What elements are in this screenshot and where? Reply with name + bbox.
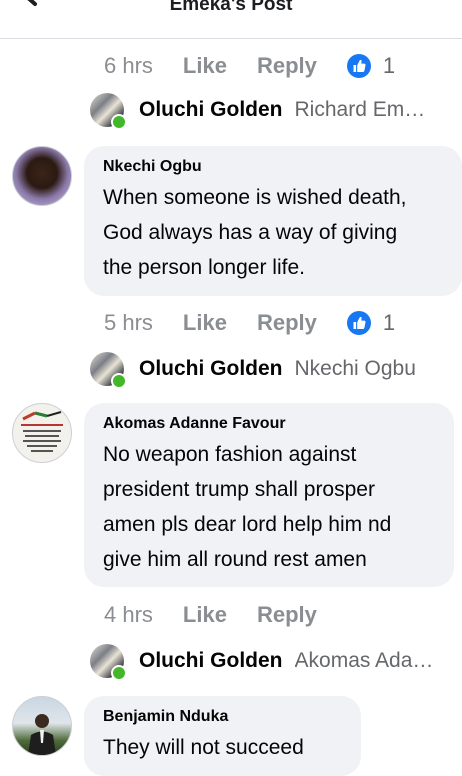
reply-preview[interactable]: Oluchi Golden Nkechi Ogbu — [90, 352, 462, 389]
avatar[interactable] — [12, 146, 72, 206]
like-button[interactable]: Like — [183, 310, 227, 336]
thumbs-up-icon — [346, 311, 371, 335]
avatar[interactable] — [12, 403, 72, 463]
like-button[interactable]: Like — [183, 53, 227, 79]
comment-time: 6 hrs — [104, 53, 153, 78]
comment-line: give him all round rest amen — [103, 548, 367, 571]
reaction-count[interactable]: 1 — [346, 310, 396, 336]
comment-line: No weapon fashion against — [103, 443, 357, 466]
thumbs-up-icon — [346, 54, 371, 78]
reply-author: Oluchi Golden — [139, 649, 283, 672]
reply-author: Oluchi Golden — [139, 98, 283, 121]
comment-time: 4 hrs — [104, 602, 153, 627]
comment-bubble: Benjamin Nduka They will not succeed — [84, 696, 361, 776]
like-count: 1 — [382, 53, 396, 78]
like-button[interactable]: Like — [183, 602, 227, 628]
reply-author: Oluchi Golden — [139, 357, 283, 380]
online-indicator — [111, 373, 127, 389]
avatar — [90, 93, 127, 130]
comment-author[interactable]: Benjamin Nduka — [103, 706, 341, 728]
comment-time: 5 hrs — [104, 310, 153, 335]
comment-meta: 6 hrs Like Reply 1 — [104, 51, 395, 81]
comment-text: When someone is wished death, God always… — [103, 180, 442, 285]
comment-author[interactable]: Akomas Adanne Favour — [103, 413, 434, 435]
comment-bubble: Akomas Adanne Favour No weapon fashion a… — [84, 403, 454, 587]
reply-preview[interactable]: Oluchi Golden Richard Emeka — [90, 93, 462, 130]
comment-line: God always has a way of giving — [103, 221, 398, 244]
comment-line: They will not succeed — [103, 736, 304, 759]
page-title: Emeka's Post — [169, 0, 293, 15]
avatar — [90, 352, 127, 389]
reply-button[interactable]: Reply — [257, 310, 317, 336]
reply-snippet: Nkechi Ogbu — [294, 357, 416, 380]
comment-text: No weapon fashion against president trum… — [103, 437, 434, 577]
online-indicator — [111, 114, 127, 130]
reply-snippet: Akomas Adanne Favour — [294, 649, 437, 672]
reply-button[interactable]: Reply — [257, 602, 317, 628]
comment-meta: 5 hrs Like Reply 1 — [104, 308, 395, 338]
avatar — [90, 644, 127, 681]
reply-snippet: Richard Emeka — [294, 98, 437, 121]
comment-text: They will not succeed — [103, 730, 341, 765]
comment-line: the person longer life. — [103, 256, 305, 279]
avatar-graphic — [21, 411, 63, 452]
online-indicator — [111, 665, 127, 681]
like-count: 1 — [382, 310, 396, 335]
reply-button[interactable]: Reply — [257, 53, 317, 79]
comment-meta: 4 hrs Like Reply — [104, 600, 347, 630]
comment-author[interactable]: Nkechi Ogbu — [103, 156, 442, 178]
post-header: Emeka's Post — [0, 0, 462, 39]
comment-line: When someone is wished death, — [103, 186, 407, 209]
reaction-count[interactable]: 1 — [346, 53, 396, 79]
comment-line: amen pls dear lord help him nd — [103, 513, 392, 536]
comment-line: president trump shall prosper — [103, 478, 375, 501]
reply-preview[interactable]: Oluchi Golden Akomas Adanne Favour — [90, 644, 462, 681]
comment-bubble: Nkechi Ogbu When someone is wished death… — [84, 146, 462, 296]
avatar-graphic — [28, 714, 56, 755]
avatar[interactable] — [12, 696, 72, 756]
